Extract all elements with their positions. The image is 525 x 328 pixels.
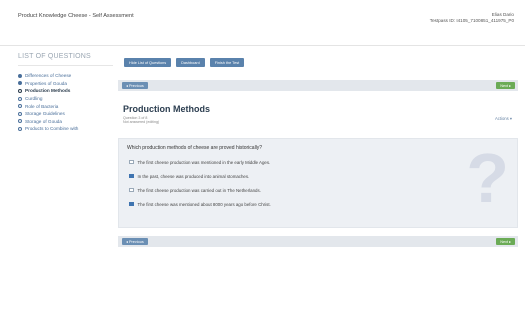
sidebar-item-label: Storage of Gouda — [25, 118, 63, 124]
answer-label: In the past, cheese was produced into an… — [137, 173, 250, 179]
dashboard-button[interactable]: Dashboard — [176, 58, 205, 67]
next-button[interactable]: Next ▸ — [496, 238, 515, 245]
checkbox-checked-icon[interactable] — [129, 201, 134, 207]
answer-options: The first cheese production was mentione… — [129, 155, 271, 211]
checkbox-icon[interactable] — [129, 187, 134, 193]
nav-bar-bottom: ◂ Previous Next ▸ — [118, 236, 518, 247]
question-meta: Question 3 of 8 Not answered (editing) — [123, 116, 159, 125]
app-header: Product Knowledge Cheese - Self Assessme… — [0, 0, 525, 46]
answer-option[interactable]: The first cheese production was mentione… — [129, 155, 271, 169]
nav-bar-top: ◂ Previous Next ▸ — [118, 80, 518, 91]
question-status: Not answered (editing) — [123, 120, 160, 125]
sidebar-item-label: Storage Guidelines — [25, 111, 65, 117]
user-info: Elias Dario Testpass ID: I4105_7100851_4… — [430, 12, 514, 25]
user-id: Testpass ID: I4105_7100851_411975_P0 — [429, 18, 514, 24]
answer-option[interactable]: The first cheese was mentioned about 800… — [129, 197, 271, 211]
status-dot-icon — [18, 73, 22, 78]
status-circle-icon — [18, 104, 22, 109]
answer-option[interactable]: In the past, cheese was produced into an… — [129, 169, 271, 183]
question-list-sidebar: LIST OF QUESTIONS Differences of Cheese … — [18, 53, 113, 133]
answer-label: The first cheese was mentioned about 800… — [137, 201, 271, 207]
status-dot-icon — [18, 81, 22, 86]
sidebar-heading: LIST OF QUESTIONS — [18, 53, 113, 66]
toolbar: Hide List of Questions Dashboard Finish … — [124, 58, 245, 67]
checkbox-icon[interactable] — [129, 159, 134, 165]
sidebar-item-label: Products to Combine with — [25, 126, 79, 132]
previous-button[interactable]: ◂ Previous — [122, 82, 148, 89]
page-title: Product Knowledge Cheese - Self Assessme… — [18, 13, 134, 19]
status-circle-icon — [18, 126, 22, 131]
checkbox-checked-icon[interactable] — [129, 173, 134, 179]
sidebar-item-properties[interactable]: Properties of Gouda — [18, 80, 113, 88]
actions-menu[interactable]: Actions ▾ — [495, 116, 512, 121]
sidebar-item-label: Role of Bacteria — [25, 103, 59, 109]
status-circle-icon — [18, 119, 22, 124]
question-title: Production Methods — [123, 104, 210, 114]
question-list: Differences of Cheese Properties of Goud… — [18, 72, 113, 133]
status-circle-icon — [18, 111, 22, 116]
sidebar-item-label: Differences of Cheese — [25, 73, 72, 79]
answer-label: The first cheese production was mentione… — [137, 159, 271, 165]
answer-option[interactable]: The first cheese production was carried … — [129, 183, 271, 197]
status-circle-icon — [18, 88, 22, 93]
sidebar-item-storage-guidelines[interactable]: Storage Guidelines — [18, 110, 113, 118]
sidebar-item-products[interactable]: Products to Combine with — [18, 125, 113, 133]
status-circle-icon — [18, 96, 22, 101]
sidebar-item-label: Properties of Gouda — [25, 80, 67, 86]
question-mark-icon: ? — [466, 139, 509, 217]
sidebar-item-curdling[interactable]: Curdling — [18, 95, 113, 103]
finish-test-button[interactable]: Finish the Test — [209, 58, 245, 67]
previous-button[interactable]: ◂ Previous — [122, 238, 148, 245]
sidebar-item-storage-gouda[interactable]: Storage of Gouda — [18, 118, 113, 126]
sidebar-item-bacteria[interactable]: Role of Bacteria — [18, 102, 113, 110]
hide-list-button[interactable]: Hide List of Questions — [124, 58, 172, 67]
sidebar-item-production[interactable]: Production Methods — [18, 87, 113, 95]
question-text: Which production methods of cheese are p… — [127, 145, 263, 151]
sidebar-item-label: Production Methods — [25, 88, 71, 94]
sidebar-item-label: Curdling — [25, 96, 43, 102]
answer-label: The first cheese production was carried … — [137, 187, 261, 193]
sidebar-item-differences[interactable]: Differences of Cheese — [18, 72, 113, 80]
question-box: ? Which production methods of cheese are… — [118, 138, 518, 228]
next-button[interactable]: Next ▸ — [496, 82, 515, 89]
